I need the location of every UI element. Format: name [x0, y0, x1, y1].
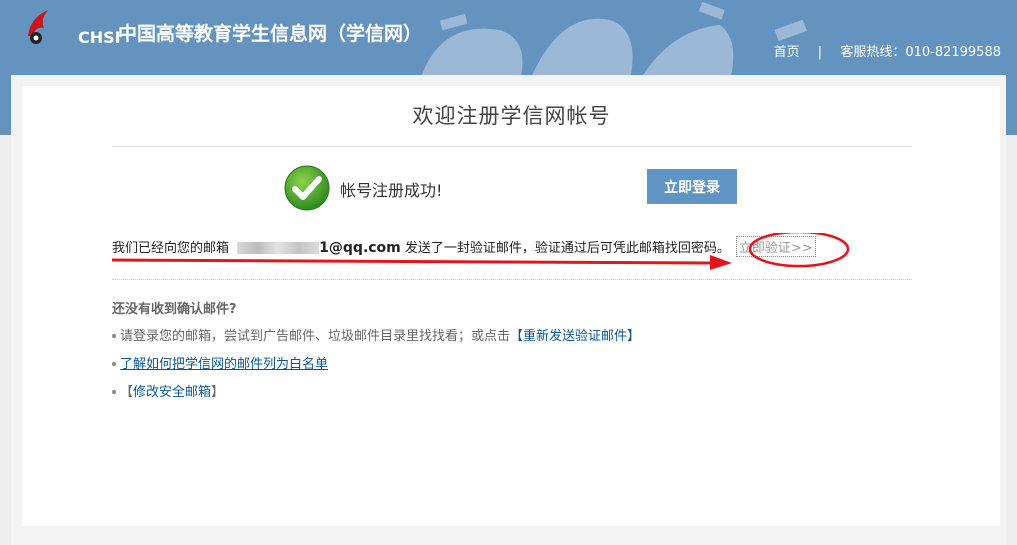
tip1-text: 请登录您的邮箱，尝试到广告邮件、垃圾邮件目录里找找看；或点击	[120, 329, 511, 344]
graduation-illustration	[420, 1, 807, 80]
tip-item: 请登录您的邮箱，尝试到广告邮件、垃圾邮件目录里找找看；或点击【重新发送验证邮件】	[112, 327, 640, 355]
bracket-open: 【	[120, 385, 134, 400]
tip-item: 了解如何把学信网的邮件列为白名单	[112, 355, 640, 383]
success-message: 帐号注册成功!	[340, 181, 443, 200]
hotline-text: 客服热线：010-82199588	[840, 45, 1001, 60]
logo-text: CHSI	[78, 28, 121, 47]
title-divider	[112, 146, 912, 147]
change-email-link[interactable]: 修改安全邮箱	[133, 385, 211, 400]
tip-item: 【修改安全邮箱】	[112, 383, 640, 411]
whitelist-help-link[interactable]: 了解如何把学信网的邮件列为白名单	[120, 357, 328, 372]
nav-home-link[interactable]: 首页	[774, 45, 800, 60]
help-tips-list: 请登录您的邮箱，尝试到广告邮件、垃圾邮件目录里找找看；或点击【重新发送验证邮件】…	[112, 327, 640, 411]
chsi-logo[interactable]: CHSI	[22, 6, 121, 47]
bullet-icon	[112, 389, 116, 394]
red-arrow-annotation	[112, 233, 850, 270]
login-button[interactable]: 立即登录	[647, 169, 737, 204]
no-email-question: 还没有收到确认邮件?	[112, 302, 237, 317]
logo-emblem-icon	[28, 10, 48, 44]
success-check-icon	[284, 165, 330, 211]
bracket-close: 】	[211, 385, 225, 400]
section-divider	[112, 279, 912, 280]
top-nav: 首页 | 客服热线：010-82199588	[774, 41, 1001, 60]
bullet-icon	[112, 361, 116, 366]
nav-separator: |	[817, 45, 823, 60]
bullet-icon	[112, 333, 116, 338]
resend-email-link[interactable]: 【重新发送验证邮件】	[510, 329, 640, 344]
page-title: 欢迎注册学信网帐号	[412, 104, 611, 128]
site-title: 中国高等教育学生信息网（学信网）	[118, 23, 423, 45]
